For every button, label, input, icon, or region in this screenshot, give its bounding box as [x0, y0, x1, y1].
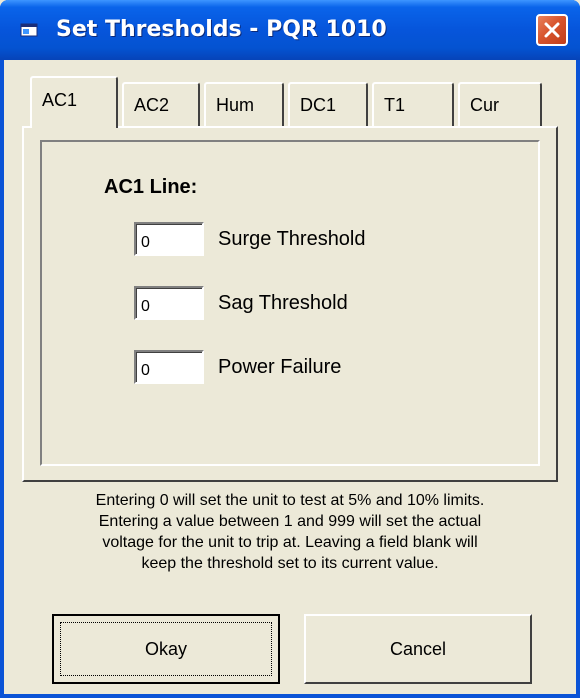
tab-ac1[interactable]: AC1 — [30, 76, 118, 128]
power-failure-label: Power Failure — [218, 356, 342, 378]
info-line: voltage for the unit to trip at. Leaving… — [102, 534, 478, 551]
surge-threshold-input[interactable] — [136, 224, 202, 254]
okay-button[interactable]: Okay — [52, 614, 280, 684]
cancel-button-label: Cancel — [389, 639, 447, 659]
tab-label: Hum — [216, 95, 255, 115]
close-button[interactable] — [536, 14, 568, 46]
surge-threshold-field[interactable] — [134, 222, 204, 256]
info-line: Entering a value between 1 and 999 will … — [98, 513, 482, 530]
sag-threshold-field[interactable] — [134, 286, 204, 320]
tab-dc1[interactable]: DC1 — [288, 82, 368, 126]
close-icon — [544, 22, 560, 38]
tab-label: T1 — [384, 95, 406, 115]
section-heading: AC1 Line: — [104, 176, 198, 198]
power-failure-input[interactable] — [136, 352, 202, 382]
tab-label: Cur — [470, 95, 500, 115]
tab-label: DC1 — [300, 95, 337, 115]
tab-t1[interactable]: T1 — [372, 82, 454, 126]
info-text: Entering 0 will set the unit to test at … — [16, 490, 564, 574]
surge-threshold-label: Surge Threshold — [218, 228, 366, 250]
window-title: Set Thresholds - PQR 1010 — [56, 17, 387, 42]
info-line: Entering 0 will set the unit to test at … — [95, 492, 485, 509]
tab-cur[interactable]: Cur — [458, 82, 542, 126]
tab-label: AC1 — [42, 90, 78, 110]
okay-button-label: Okay — [144, 639, 187, 659]
cancel-button[interactable]: Cancel — [304, 614, 532, 684]
tab-hum[interactable]: Hum — [204, 82, 284, 126]
power-failure-field[interactable] — [134, 350, 204, 384]
app-window-icon — [20, 23, 38, 37]
tab-ac2[interactable]: AC2 — [122, 82, 200, 126]
sag-threshold-label: Sag Threshold — [218, 292, 348, 314]
sag-threshold-input[interactable] — [136, 288, 202, 318]
title-bar[interactable]: Set Thresholds - PQR 1010 — [0, 0, 580, 60]
info-line: keep the threshold set to its current va… — [141, 555, 439, 572]
tab-label: AC2 — [134, 95, 170, 115]
